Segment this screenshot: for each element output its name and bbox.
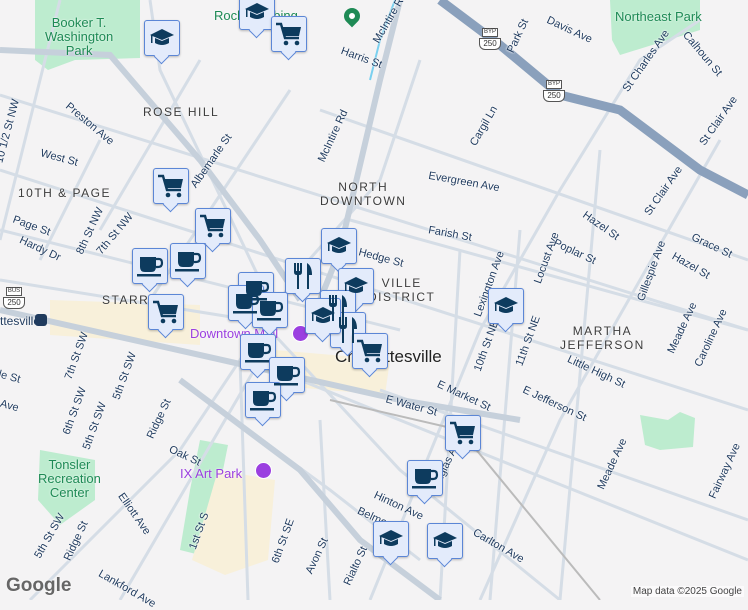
coffee-icon	[411, 466, 439, 490]
coffee-icon	[273, 363, 301, 387]
coffee-marker[interactable]	[245, 382, 281, 418]
route-250-byp-shield: BYP 250	[479, 28, 501, 50]
shopping-cart-icon	[449, 420, 477, 446]
map-attribution[interactable]: Map data ©2025 Google	[630, 586, 744, 597]
route-250-byp-shield: BYP 250	[543, 80, 565, 102]
shopping-cart-marker[interactable]	[352, 333, 388, 369]
neighborhood-10th-page: 10TH & PAGE	[18, 186, 111, 200]
google-logo: Google	[6, 575, 72, 596]
shopping-cart-icon	[275, 21, 303, 47]
fork-knife-marker[interactable]	[285, 258, 321, 294]
neighborhood-north-downtown: NORTH DOWNTOWN	[320, 180, 407, 208]
shopping-cart-marker[interactable]	[445, 415, 481, 451]
coffee-icon	[249, 388, 277, 412]
coffee-marker[interactable]	[132, 248, 168, 284]
park-booker-t-washington: Booker T. Washington Park	[45, 15, 114, 58]
coffee-icon	[256, 298, 284, 322]
shopping-cart-marker[interactable]	[195, 208, 231, 244]
coffee-marker[interactable]	[407, 460, 443, 496]
coffee-icon	[136, 254, 164, 278]
shopping-cart-marker[interactable]	[271, 16, 307, 52]
poi-ix-art-park[interactable]: IX Art Park	[180, 466, 242, 481]
graduation-cap-marker[interactable]	[321, 228, 357, 264]
graduation-cap-marker[interactable]	[144, 20, 180, 56]
graduation-cap-marker[interactable]	[239, 0, 275, 30]
coffee-marker[interactable]	[170, 243, 206, 279]
graduation-cap-icon	[149, 27, 175, 49]
graduation-cap-marker[interactable]	[427, 523, 463, 559]
park-northeast: Northeast Park	[615, 9, 702, 24]
shopping-cart-icon	[356, 338, 384, 364]
coffee-icon	[174, 249, 202, 273]
shopping-cart-marker[interactable]	[148, 294, 184, 330]
shopping-cart-icon	[157, 173, 185, 199]
train-icon	[35, 314, 47, 326]
neighborhood-downtown-district: VILLE DISTRICT	[368, 276, 436, 304]
shopping-cart-marker[interactable]	[153, 168, 189, 204]
coffee-icon	[244, 340, 272, 364]
shopping-cart-icon	[152, 299, 180, 325]
graduation-cap-icon	[310, 305, 336, 327]
graduation-cap-marker[interactable]	[373, 521, 409, 557]
neighborhood-martha-jefferson: MARTHA JEFFERSON	[560, 324, 645, 352]
graduation-cap-icon	[244, 1, 270, 23]
neighborhood-rose-hill: ROSE HILL	[143, 105, 220, 119]
graduation-cap-marker[interactable]	[488, 288, 524, 324]
shopping-cart-icon	[199, 213, 227, 239]
coffee-marker[interactable]	[252, 292, 288, 328]
train-station-label[interactable]: ttesville	[0, 314, 40, 328]
park-tonsler: Tonsler Recreation Center	[38, 457, 101, 500]
graduation-cap-icon	[432, 530, 458, 552]
fork-knife-icon	[291, 262, 315, 290]
museum-pin-icon[interactable]	[255, 462, 272, 479]
route-250-bus-shield: BUS 250	[3, 287, 25, 309]
graduation-cap-icon	[378, 528, 404, 550]
graduation-cap-icon	[326, 235, 352, 257]
graduation-cap-icon	[493, 295, 519, 317]
